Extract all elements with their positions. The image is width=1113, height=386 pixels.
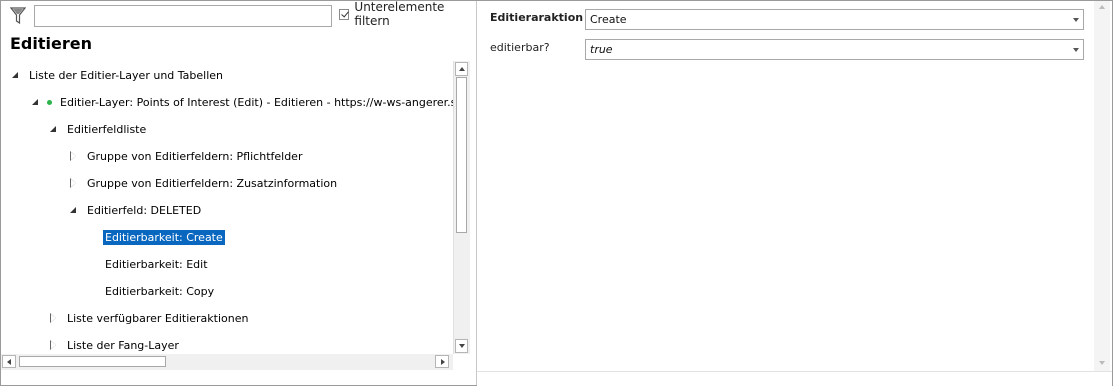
- arrow-up-icon[interactable]: [1099, 5, 1105, 9]
- collapse-icon[interactable]: [69, 205, 79, 215]
- tree-node-label: Liste der Fang-Layer: [67, 338, 179, 352]
- arrow-down-icon: [459, 344, 465, 348]
- tree-node-label: Editierbarkeit: Copy: [105, 284, 215, 298]
- expand-icon[interactable]: [49, 340, 59, 350]
- tree-node[interactable]: Editierfeldliste: [49, 120, 148, 138]
- status-dot-icon: [47, 99, 52, 105]
- scroll-thumb[interactable]: [456, 77, 467, 233]
- expand-icon[interactable]: [69, 178, 79, 188]
- chevron-down-icon[interactable]: [1073, 48, 1079, 52]
- tree-node[interactable]: Editierbarkeit: Copy: [103, 282, 216, 300]
- collapse-icon[interactable]: [49, 124, 59, 134]
- filter-input[interactable]: [34, 5, 332, 27]
- tree-vertical-scrollbar[interactable]: [453, 61, 470, 354]
- editierbar-dropdown[interactable]: true: [585, 39, 1084, 60]
- scroll-up-button[interactable]: [455, 62, 468, 76]
- tree-node[interactable]: Editierfeld: DELETED: [69, 201, 203, 219]
- editieraktion-dropdown[interactable]: Create: [585, 9, 1084, 30]
- tree-node[interactable]: Liste verfügbarer Editieraktionen: [49, 309, 250, 327]
- tree-node[interactable]: Editierbarkeit: Edit: [103, 255, 210, 273]
- tree-node-label: Liste der Editier-Layer und Tabellen: [29, 68, 224, 82]
- tree-node-selected[interactable]: Editierbarkeit: Create: [103, 228, 225, 246]
- tree-node-label: Editier-Layer: Points of Interest (Edit)…: [60, 95, 453, 109]
- tree-node-label: Editierbarkeit: Edit: [105, 257, 208, 271]
- tree-node[interactable]: Liste der Fang-Layer: [49, 336, 181, 354]
- tree-node-label: Liste verfügbarer Editieraktionen: [67, 311, 249, 325]
- scroll-thumb[interactable]: [19, 356, 166, 367]
- dropdown-value: true: [590, 43, 613, 56]
- arrow-up-icon: [459, 67, 465, 71]
- expand-icon[interactable]: [69, 151, 79, 161]
- tree-horizontal-scrollbar[interactable]: [1, 354, 453, 370]
- tree-pane: Unterelemente filtern Editieren Liste de…: [1, 0, 475, 385]
- sub-filter-label: Unterelemente filtern: [354, 0, 445, 28]
- tree-node-label: Editierfeldliste: [67, 122, 147, 136]
- arrow-down-icon[interactable]: [1099, 361, 1105, 365]
- editor-window: Unterelemente filtern Editieren Liste de…: [0, 0, 1113, 386]
- tree-view: Liste der Editier-Layer und Tabellen Edi…: [1, 61, 453, 354]
- arrow-left-icon: [7, 359, 11, 365]
- property-label-editieraktion: Editieraraktion !: [490, 11, 592, 24]
- tree-node-label: Editierbarkeit: Create: [103, 229, 225, 245]
- tree-node[interactable]: Gruppe von Editierfeldern: Pflichtfelder: [69, 147, 304, 165]
- scroll-left-button[interactable]: [2, 355, 16, 368]
- collapse-icon[interactable]: [11, 70, 21, 80]
- scroll-down-button[interactable]: [455, 339, 468, 353]
- filter-icon[interactable]: [9, 7, 27, 25]
- status-strip: [477, 371, 1112, 386]
- tree-node[interactable]: Gruppe von Editierfeldern: Zusatzinforma…: [69, 174, 339, 192]
- collapse-icon[interactable]: [31, 97, 41, 107]
- expand-icon[interactable]: [49, 313, 59, 323]
- property-vertical-scrollbar[interactable]: [1094, 1, 1110, 371]
- property-label-editierbar: editierbar?: [490, 41, 550, 54]
- tree-node-label: Gruppe von Editierfeldern: Pflichtfelder: [87, 149, 303, 163]
- chevron-down-icon[interactable]: [1073, 18, 1079, 22]
- dropdown-value: Create: [590, 13, 627, 26]
- tree-node-label: Editierfeld: DELETED: [87, 203, 202, 217]
- tree-node-label: Gruppe von Editierfeldern: Zusatzinforma…: [87, 176, 338, 190]
- arrow-right-icon: [441, 359, 445, 365]
- tree-node[interactable]: Liste der Editier-Layer und Tabellen: [11, 66, 225, 84]
- checkbox[interactable]: [339, 8, 350, 20]
- sub-filter-checkbox[interactable]: Unterelemente filtern: [339, 0, 475, 28]
- tree-node[interactable]: Editier-Layer: Points of Interest (Edit)…: [31, 93, 453, 111]
- page-title: Editieren: [10, 34, 92, 53]
- property-pane: Editieraraktion ! Create editierbar? tru…: [477, 1, 1112, 385]
- scroll-right-button[interactable]: [435, 355, 449, 368]
